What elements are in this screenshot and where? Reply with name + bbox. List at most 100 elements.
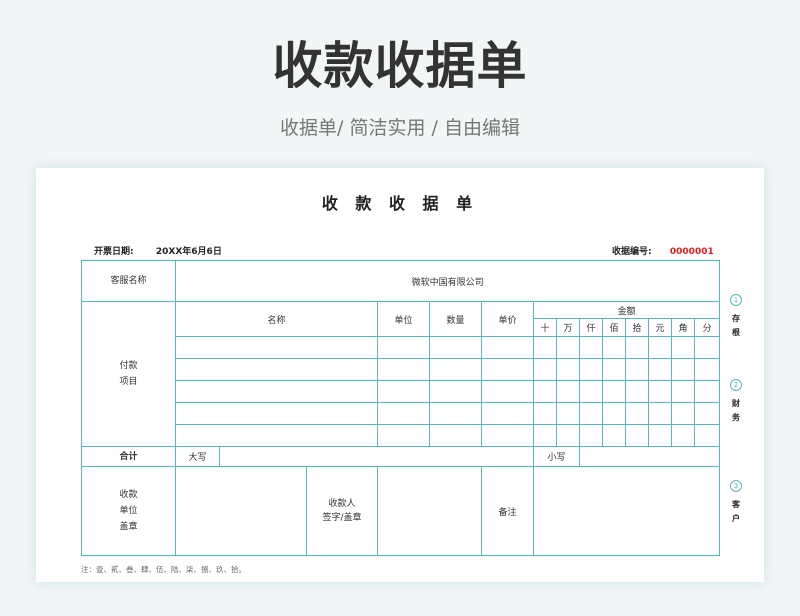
item-name-cell[interactable] <box>175 380 378 403</box>
item-name-cell[interactable] <box>175 402 378 425</box>
digit-header: 佰 <box>602 318 626 337</box>
item-price-cell[interactable] <box>481 424 534 447</box>
amount-digit-cell[interactable] <box>648 336 672 359</box>
side-label-finance: 2 财 务 <box>726 379 746 425</box>
side-char: 存 <box>732 314 740 323</box>
amount-digit-cell[interactable] <box>693 424 721 447</box>
amount-digit-cell[interactable] <box>579 380 603 403</box>
amount-digit-cell[interactable] <box>648 402 672 425</box>
side-label-stub: 1 存 根 <box>726 294 746 340</box>
item-quantity-cell[interactable] <box>429 336 482 359</box>
amount-digit-cell[interactable] <box>693 358 721 381</box>
item-row <box>82 358 721 381</box>
amount-digit-cell[interactable] <box>693 336 721 359</box>
side-label-customer: 3 客 户 <box>726 480 746 526</box>
item-unit-cell[interactable] <box>377 424 430 447</box>
digit-header: 元 <box>648 318 672 337</box>
amount-digit-cell[interactable] <box>533 336 557 359</box>
amount-digit-cell[interactable] <box>556 358 580 381</box>
side-char: 户 <box>732 514 740 523</box>
amount-digit-cell[interactable] <box>579 424 603 447</box>
receiver-signature-field[interactable] <box>377 466 482 556</box>
payee-unit-label: 收款 单位 盖章 <box>81 466 176 556</box>
amount-digit-cell[interactable] <box>533 424 557 447</box>
payment-items-line-1: 付款 <box>119 361 138 371</box>
digit-header: 拾 <box>625 318 649 337</box>
amount-digit-cell[interactable] <box>533 402 557 425</box>
item-row <box>82 336 721 359</box>
digit-header: 角 <box>671 318 695 337</box>
receipt-form-table: 客服名称 微软中国有限公司 付款 项目 名称 单位 数量 单价 金额 十 万 仟… <box>81 260 721 556</box>
receipt-number-value[interactable]: 0000001 <box>670 247 714 257</box>
header-name: 名称 <box>175 301 378 337</box>
amount-digit-cell[interactable] <box>671 402 695 425</box>
payee-unit-line-1: 收款 <box>119 490 138 500</box>
banner-title: 收款收据单 <box>272 37 528 95</box>
payment-items-label: 付款 项目 <box>81 301 176 447</box>
item-quantity-cell[interactable] <box>429 424 482 447</box>
item-quantity-cell[interactable] <box>429 402 482 425</box>
amount-digit-cell[interactable] <box>693 402 721 425</box>
item-unit-cell[interactable] <box>377 402 430 425</box>
circled-number-2: 2 <box>730 379 742 391</box>
amount-digit-cell[interactable] <box>602 402 626 425</box>
amount-digit-cell[interactable] <box>625 358 649 381</box>
side-char: 根 <box>732 328 740 337</box>
amount-digit-cell[interactable] <box>556 424 580 447</box>
amount-digit-cell[interactable] <box>556 336 580 359</box>
amount-digit-cell[interactable] <box>671 336 695 359</box>
customer-name-label: 客服名称 <box>81 260 176 302</box>
amount-digit-cell[interactable] <box>556 380 580 403</box>
item-unit-cell[interactable] <box>377 358 430 381</box>
item-quantity-cell[interactable] <box>429 380 482 403</box>
item-name-cell[interactable] <box>175 424 378 447</box>
amount-digit-cell[interactable] <box>625 336 649 359</box>
amount-digit-cell[interactable] <box>602 424 626 447</box>
item-row <box>82 424 721 447</box>
item-row <box>82 402 721 425</box>
side-text-stub: 存 根 <box>726 312 746 340</box>
amount-digit-cell[interactable] <box>648 380 672 403</box>
item-price-cell[interactable] <box>481 380 534 403</box>
amount-digit-cell[interactable] <box>579 402 603 425</box>
uppercase-amount-field[interactable] <box>219 446 534 467</box>
digit-header: 万 <box>556 318 580 337</box>
amount-digit-cell[interactable] <box>579 358 603 381</box>
remark-label: 备注 <box>481 466 534 556</box>
amount-digit-cell[interactable] <box>671 358 695 381</box>
amount-digit-cell[interactable] <box>625 380 649 403</box>
amount-digit-cell[interactable] <box>648 424 672 447</box>
amount-digit-cell[interactable] <box>533 380 557 403</box>
amount-digit-cell[interactable] <box>671 380 695 403</box>
item-unit-cell[interactable] <box>377 380 430 403</box>
amount-digit-cell[interactable] <box>648 358 672 381</box>
amount-digit-cell[interactable] <box>671 424 695 447</box>
item-name-cell[interactable] <box>175 358 378 381</box>
banner-subtitle: 收据单/ 简洁实用 / 自由编辑 <box>280 117 520 139</box>
item-price-cell[interactable] <box>481 358 534 381</box>
amount-digit-cell[interactable] <box>693 380 721 403</box>
amount-digit-cell[interactable] <box>533 358 557 381</box>
item-unit-cell[interactable] <box>377 336 430 359</box>
amount-digit-cell[interactable] <box>625 402 649 425</box>
receipt-title: 收 款 收 据 单 <box>321 194 479 213</box>
receiver-label-line-2: 签字/盖章 <box>322 513 362 523</box>
item-price-cell[interactable] <box>481 402 534 425</box>
payee-unit-field[interactable] <box>175 466 307 556</box>
amount-digit-cell[interactable] <box>602 380 626 403</box>
customer-name-value[interactable]: 微软中国有限公司 <box>174 260 721 302</box>
amount-digit-cell[interactable] <box>602 336 626 359</box>
item-name-cell[interactable] <box>175 336 378 359</box>
amount-digit-cell[interactable] <box>625 424 649 447</box>
amount-digit-cell[interactable] <box>556 402 580 425</box>
amount-digit-cell[interactable] <box>579 336 603 359</box>
uppercase-label: 大写 <box>175 446 220 467</box>
amount-digit-cell[interactable] <box>602 358 626 381</box>
issue-date-value[interactable]: 20XX年6月6日 <box>156 247 222 257</box>
issue-date: 开票日期: 20XX年6月6日 <box>94 244 222 257</box>
payee-unit-line-2: 单位 <box>119 506 138 516</box>
item-price-cell[interactable] <box>481 336 534 359</box>
remark-field[interactable] <box>532 466 721 556</box>
item-quantity-cell[interactable] <box>429 358 482 381</box>
lowercase-amount-field[interactable] <box>578 446 721 467</box>
